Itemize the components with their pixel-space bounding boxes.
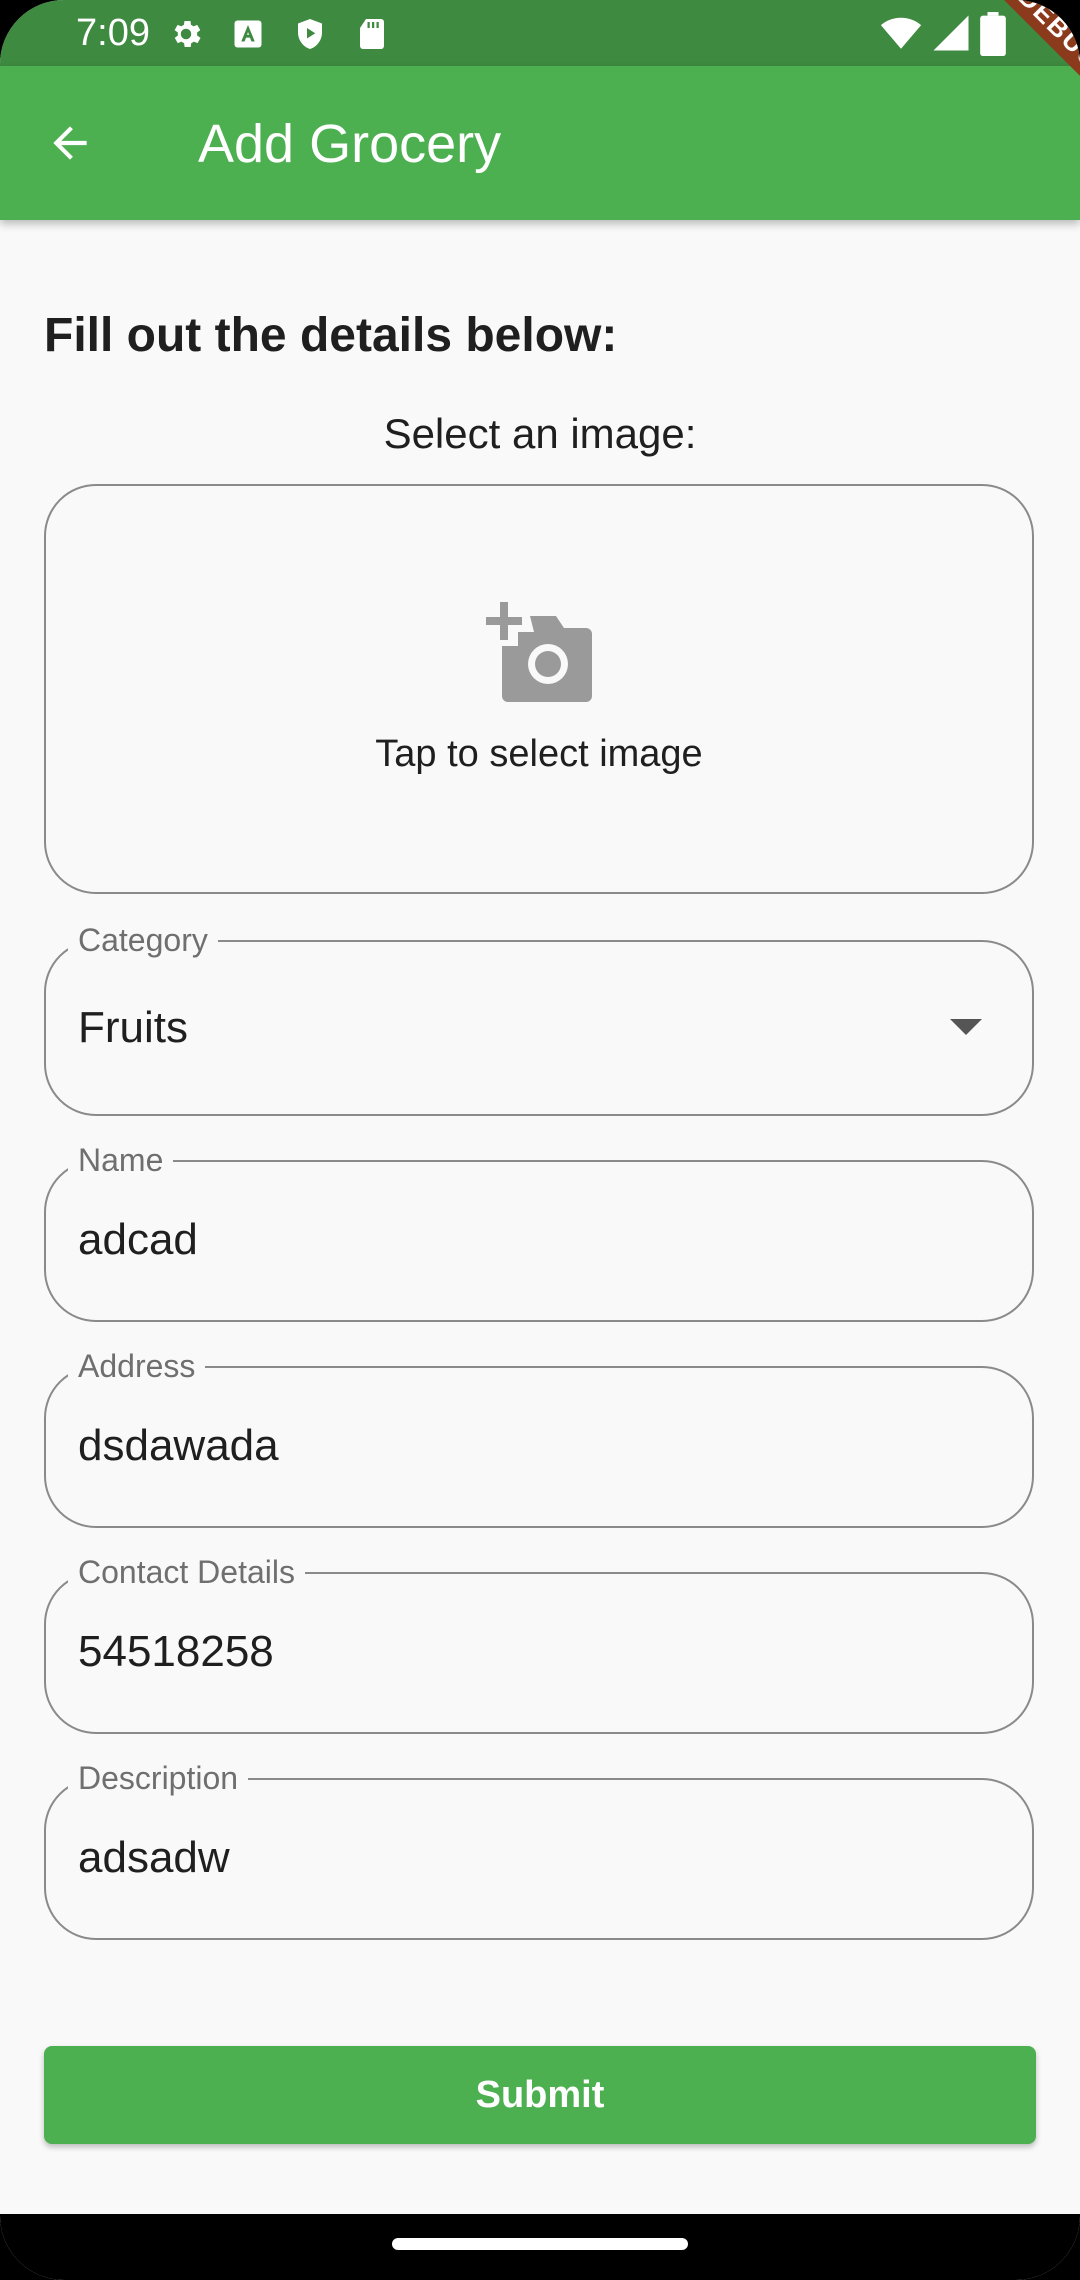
shield-play-icon (298, 19, 322, 49)
image-section-label: Select an image: (383, 410, 697, 457)
description-input[interactable] (78, 1830, 978, 1886)
contact-details-label: Contact Details (68, 1550, 305, 1594)
dropdown-arrow-icon (950, 1019, 982, 1035)
signal-icon (933, 15, 969, 51)
description-label: Description (68, 1756, 249, 1800)
contact-details-field: Contact Details (44, 1550, 1034, 1734)
status-time: 7:09 (76, 12, 150, 54)
home-indicator[interactable] (392, 2238, 688, 2250)
name-input[interactable] (78, 1212, 978, 1268)
battery-icon (980, 12, 1006, 56)
name-field: Name (44, 1138, 1034, 1322)
phone-screen: 7:09 Add Grocery DEBUG Fill out the deta… (0, 0, 1080, 2280)
wifi-icon (880, 17, 922, 49)
status-bar: 7:09 (0, 0, 1080, 66)
submit-button[interactable]: Submit (44, 2046, 1036, 2144)
form-heading: Fill out the details below: (44, 309, 618, 362)
address-field: Address (44, 1344, 1034, 1528)
arrow-left-icon (53, 126, 87, 160)
address-input[interactable] (78, 1418, 978, 1474)
contact-details-input[interactable] (78, 1624, 978, 1680)
back-button[interactable] (36, 109, 104, 177)
image-picker-hint: Tap to select image (375, 733, 703, 775)
address-label: Address (68, 1344, 206, 1388)
category-value: Fruits (78, 1003, 188, 1052)
add-a-photo-icon (486, 602, 592, 702)
description-field: Description (44, 1756, 1034, 1940)
sd-card-icon (360, 19, 384, 49)
category-label: Category (68, 918, 218, 962)
gear-icon (174, 20, 201, 48)
navigation-bar (0, 2214, 1080, 2280)
app-bar: Add Grocery (0, 66, 1080, 220)
text-a-icon (234, 20, 262, 48)
image-picker[interactable]: Tap to select image (44, 484, 1034, 894)
name-label: Name (68, 1138, 174, 1182)
page-title: Add Grocery (198, 114, 502, 174)
category-dropdown[interactable]: Category Fruits (44, 918, 1034, 1116)
